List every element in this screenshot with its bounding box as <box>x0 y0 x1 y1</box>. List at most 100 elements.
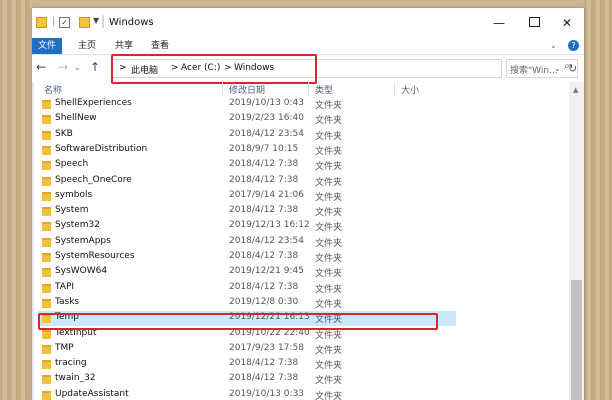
file-name: tracing <box>55 358 87 369</box>
file-date: 2018/4/12 7:38 <box>229 373 299 384</box>
file-row[interactable]: SoftwareDistribution 2018/9/7 10:15 文件夹 <box>38 143 568 158</box>
selected-row-highlight-box <box>38 313 438 330</box>
folder-icon <box>42 176 51 186</box>
folder-icon <box>42 390 51 400</box>
search-icon[interactable]: ⌕ <box>564 61 570 72</box>
column-type[interactable]: 类型 <box>315 83 333 96</box>
file-name: TMP <box>55 342 74 353</box>
file-date: 2019/12/13 16:12 <box>229 220 310 231</box>
file-row[interactable]: Speech_OneCore 2018/4/12 7:38 文件夹 <box>38 174 568 189</box>
file-type: 文件夹 <box>315 299 343 310</box>
properties-icon[interactable]: ✓ <box>59 17 70 28</box>
scrollbar-thumb[interactable] <box>571 280 582 400</box>
file-explorer-window: | ✓ ▼ | Windows — ✕ 文件 主页 共享 查看 ⌄ ? ← → … <box>32 8 584 400</box>
column-divider[interactable] <box>394 82 395 97</box>
file-date: 2018/4/12 7:38 <box>229 281 299 292</box>
file-row[interactable]: UpdateAssistant 2019/10/13 0:33 文件夹 <box>38 388 568 400</box>
up-arrow-icon[interactable]: ↑ <box>90 60 100 74</box>
forward-arrow-icon[interactable]: → <box>58 60 68 74</box>
file-name: ShellNew <box>55 113 97 124</box>
file-name: Speech <box>55 159 89 170</box>
file-name: twain_32 <box>55 373 96 384</box>
back-arrow-icon[interactable]: ← <box>36 60 46 74</box>
search-input[interactable]: 搜索"Win... ⌕ <box>506 59 578 78</box>
folder-icon <box>42 207 51 217</box>
file-date: 2018/4/12 7:38 <box>229 159 299 170</box>
ribbon-tabs: 文件 主页 共享 查看 ⌄ ? <box>32 38 584 55</box>
file-row[interactable]: tracing 2018/4/12 7:38 文件夹 <box>38 357 568 372</box>
file-row[interactable]: Speech 2018/4/12 7:38 文件夹 <box>38 158 568 173</box>
file-date: 2018/4/12 23:54 <box>229 128 304 139</box>
folder-icon <box>42 329 51 339</box>
search-placeholder: 搜索"Win... <box>510 66 558 76</box>
file-name: SysWOW64 <box>55 266 108 277</box>
folder-icon <box>42 115 51 125</box>
tab-home[interactable]: 主页 <box>78 38 96 54</box>
file-date: 2019/2/23 16:40 <box>229 113 304 124</box>
file-type: 文件夹 <box>315 146 343 157</box>
help-icon[interactable]: ? <box>568 40 579 51</box>
navigation-pane-edge <box>32 82 34 400</box>
tab-share[interactable]: 共享 <box>115 38 133 54</box>
folder-icon <box>42 344 51 354</box>
column-name[interactable]: 名称 <box>44 83 62 96</box>
folder-icon <box>42 130 51 140</box>
folder-icon <box>42 253 51 262</box>
file-date: 2019/12/21 9:45 <box>229 266 304 277</box>
file-type: 文件夹 <box>315 345 343 356</box>
file-name: SoftwareDistribution <box>55 143 148 154</box>
column-size[interactable]: 大小 <box>401 83 419 96</box>
file-row[interactable]: System 2018/4/12 7:38 文件夹 <box>38 204 568 219</box>
file-date: 2019/10/13 0:33 <box>229 388 304 399</box>
file-date: 2018/9/7 10:15 <box>229 143 299 154</box>
file-name: Speech_OneCore <box>55 174 132 185</box>
folder-icon <box>36 17 47 28</box>
file-type: 文件夹 <box>315 391 343 400</box>
title-bar: | ✓ ▼ | Windows — ✕ <box>32 8 584 38</box>
file-row[interactable]: SysWOW64 2019/12/21 9:45 文件夹 <box>38 265 568 280</box>
file-date: 2019/12/8 0:30 <box>229 296 299 307</box>
file-row[interactable]: System32 2019/12/13 16:12 文件夹 <box>38 219 568 234</box>
file-date: 2018/4/12 7:38 <box>229 251 299 261</box>
folder-icon <box>42 360 51 370</box>
file-name: UpdateAssistant <box>55 388 129 399</box>
file-row[interactable]: SystemResources 2018/4/12 7:38 文件夹 <box>38 250 568 265</box>
column-headers: 名称 修改日期 类型 大小 <box>32 82 584 97</box>
file-type: 文件夹 <box>315 162 343 173</box>
file-date: 2018/4/12 7:38 <box>229 358 299 369</box>
file-row[interactable]: TAPI 2018/4/12 7:38 文件夹 <box>38 281 568 296</box>
close-button[interactable]: ✕ <box>555 14 579 32</box>
expand-ribbon-icon[interactable]: ⌄ <box>550 41 557 50</box>
file-row[interactable]: twain_32 2018/4/12 7:38 文件夹 <box>38 372 568 387</box>
tab-view[interactable]: 查看 <box>151 38 169 54</box>
scroll-up-icon[interactable]: ▲ <box>573 86 578 94</box>
maximize-icon <box>528 17 540 27</box>
column-date[interactable]: 修改日期 <box>229 83 265 96</box>
title-separator: | <box>101 14 106 28</box>
file-row[interactable]: TMP 2017/9/23 17:58 文件夹 <box>38 342 568 357</box>
column-divider[interactable] <box>222 82 223 97</box>
file-name: Tasks <box>55 296 80 307</box>
file-type: 文件夹 <box>315 238 343 249</box>
new-folder-icon[interactable] <box>79 17 90 28</box>
file-name: SystemApps <box>55 235 111 246</box>
file-row[interactable]: ShellNew 2019/2/23 16:40 文件夹 <box>38 112 568 127</box>
navigation-bar: ← → ⌄ ↑ > 此电脑 > Acer (C:) > Windows ⌄ ↻ … <box>32 54 584 84</box>
file-row[interactable]: SystemApps 2018/4/12 23:54 文件夹 <box>38 235 568 250</box>
customize-toolbar-icon[interactable]: ▼ <box>93 16 99 25</box>
file-name: SystemResources <box>55 251 135 261</box>
tab-file[interactable]: 文件 <box>32 38 62 54</box>
folder-icon <box>42 237 51 247</box>
file-date: 2018/4/12 23:54 <box>229 235 304 246</box>
file-row[interactable]: symbols 2017/9/14 21:06 文件夹 <box>38 189 568 204</box>
file-type: 文件夹 <box>315 223 343 234</box>
minimize-button[interactable]: — <box>487 14 511 32</box>
file-type: 文件夹 <box>315 192 343 203</box>
file-type: 文件夹 <box>315 208 343 219</box>
recent-locations-icon[interactable]: ⌄ <box>74 63 81 72</box>
file-row[interactable]: Tasks 2019/12/8 0:30 文件夹 <box>38 296 568 311</box>
maximize-button[interactable] <box>522 14 546 32</box>
file-row[interactable]: SKB 2018/4/12 23:54 文件夹 <box>38 128 568 143</box>
file-row[interactable]: ShellExperiences 2019/10/13 0:43 文件夹 <box>38 97 568 112</box>
column-divider[interactable] <box>308 82 309 97</box>
